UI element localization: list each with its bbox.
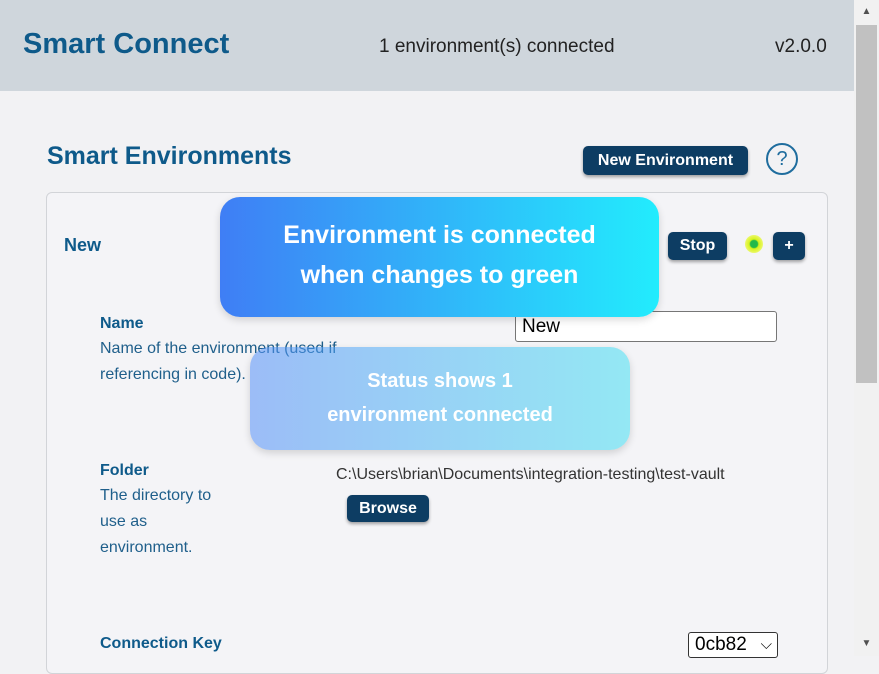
app-title: Smart Connect — [23, 28, 230, 60]
environment-name-heading: New — [64, 235, 102, 255]
scrollbar[interactable]: ▲ ▼ — [854, 0, 879, 656]
connection-key-select[interactable]: 0cb82 ⌵ — [688, 632, 778, 658]
folder-path: C:\Users\brian\Documents\integration-tes… — [336, 466, 725, 483]
connected-callout-line2: when changes to green — [300, 261, 579, 289]
connection-key-value: 0cb82 — [695, 634, 747, 655]
app-header: Smart Connect 1 environment(s) connected… — [0, 0, 854, 91]
new-environment-button[interactable]: New Environment — [583, 146, 748, 175]
help-icon[interactable]: ? — [766, 143, 798, 175]
folder-field-label: Folder — [100, 462, 149, 479]
connected-callout-line1: Environment is connected — [283, 221, 596, 249]
status-callout-line1: Status shows 1 — [367, 370, 513, 392]
status-callout-line2: environment connected — [327, 404, 553, 426]
add-button[interactable]: + — [773, 232, 805, 260]
connection-key-label: Connection Key — [100, 635, 222, 652]
connection-status-text: 1 environment(s) connected — [379, 36, 615, 57]
section-title: Smart Environments — [47, 142, 292, 170]
browse-button[interactable]: Browse — [347, 495, 429, 522]
name-field-label: Name — [100, 315, 144, 332]
chevron-down-icon: ⌵ — [760, 636, 772, 653]
scroll-down-arrow-icon[interactable]: ▼ — [854, 632, 879, 656]
folder-field-description: The directory to use as environment. — [100, 487, 212, 556]
connected-callout: Environment is connected when changes to… — [220, 197, 659, 317]
scroll-up-arrow-icon[interactable]: ▲ — [854, 0, 879, 24]
stop-button[interactable]: Stop — [668, 232, 727, 260]
scroll-thumb[interactable] — [856, 25, 877, 383]
connection-status-indicator-icon — [745, 235, 763, 253]
status-callout: Status shows 1 environment connected — [250, 347, 630, 450]
version-label: v2.0.0 — [775, 36, 827, 57]
